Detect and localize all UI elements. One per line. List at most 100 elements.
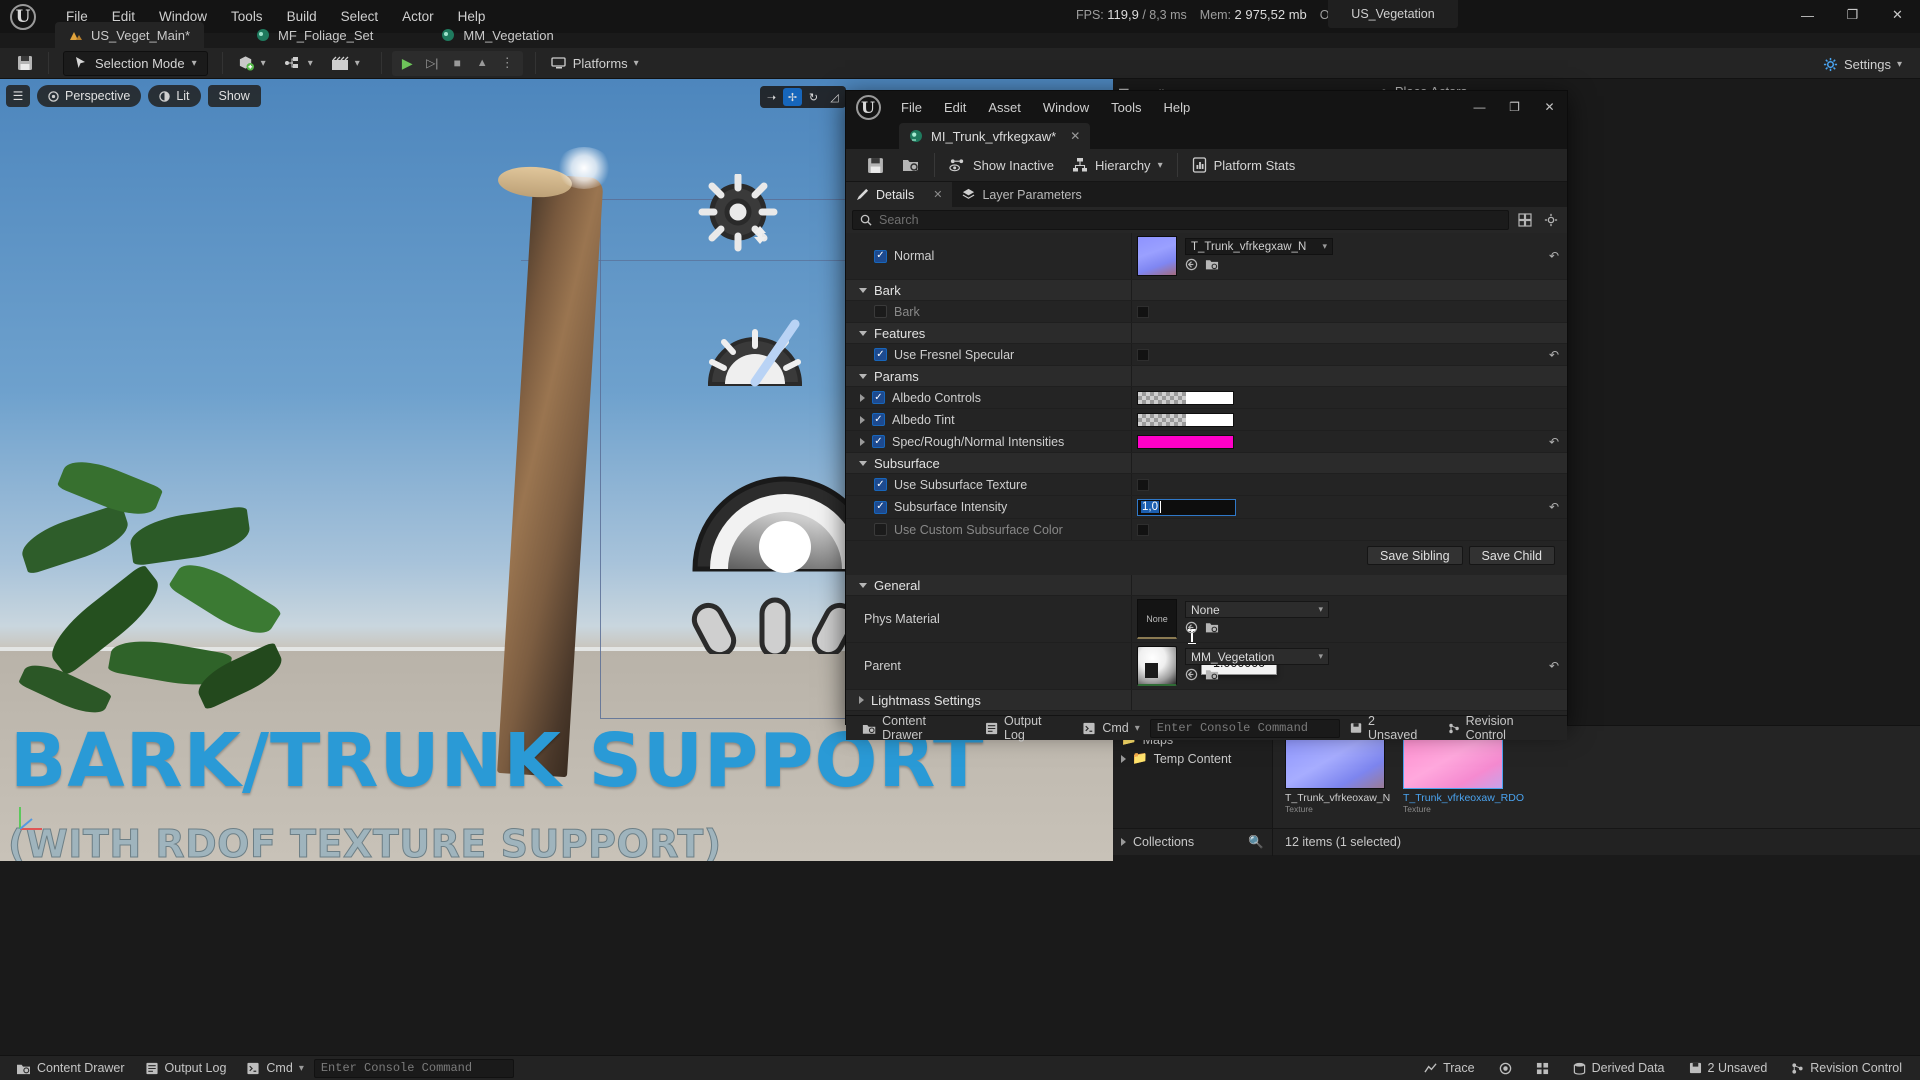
unsaved-button[interactable]: 2 Unsaved	[1679, 1058, 1778, 1079]
chevron-down-icon[interactable]	[859, 582, 867, 588]
chevron-down-icon[interactable]: ▾	[1322, 241, 1327, 252]
asset-tab-bar[interactable]: US_Veget_Main* MF_Foliage_Set MM_Vegetat…	[0, 22, 1920, 48]
cmd-button[interactable]: Cmd ▾	[236, 1058, 313, 1079]
tab-layer-parameters[interactable]: Layer Parameters	[952, 182, 1091, 207]
material-instance-editor-window[interactable]: U File Edit Asset Window Tools Help — ❐ …	[845, 90, 1568, 742]
chevron-right-icon[interactable]	[859, 696, 864, 704]
asset-picker-normal[interactable]: T_Trunk_vfrkegxaw_N ▾	[1185, 238, 1333, 255]
tab-us-veget-main[interactable]: US_Veget_Main*	[55, 22, 205, 48]
mi-menu-window[interactable]: Window	[1032, 95, 1100, 120]
tab-mf-foliage-set[interactable]: MF_Foliage_Set	[242, 22, 387, 48]
more-icon-button[interactable]	[1526, 1058, 1559, 1079]
chevron-down-icon[interactable]: ▾	[634, 58, 639, 69]
mi-close-button[interactable]: ✕	[1532, 91, 1567, 123]
chevron-down-icon[interactable]	[859, 460, 867, 466]
main-toolbar[interactable]: Selection Mode ▾ ▾ ▾ ▾ ▶ ▷| ■ ▲ ⋮ Platfo…	[0, 48, 1920, 79]
collections-button[interactable]: Collections 🔍	[1113, 828, 1273, 856]
viewport-menu-icon[interactable]: ☰	[6, 85, 30, 107]
chevron-right-icon[interactable]	[860, 393, 865, 402]
chevron-down-icon[interactable]: ▾	[261, 58, 266, 69]
viewport-viewmode-dropdown[interactable]: Lit	[148, 85, 201, 107]
chevron-down-icon[interactable]: ▾	[1135, 723, 1140, 734]
category-row-general[interactable]: General	[846, 575, 1567, 596]
mi-unsaved-button[interactable]: 2 Unsaved	[1340, 714, 1434, 742]
asset-thumbnail-normal-map[interactable]	[1285, 734, 1385, 789]
mi-cmd-button[interactable]: Cmd ▾	[1072, 718, 1149, 739]
save-sibling-button[interactable]: Save Sibling	[1367, 546, 1463, 565]
mi-save-button[interactable]	[858, 152, 893, 179]
cinematics-button[interactable]: ▾	[322, 51, 369, 76]
viewport-toolbar-left[interactable]: ☰ Perspective Lit Show	[6, 85, 261, 107]
viewport-perspective-dropdown[interactable]: Perspective	[37, 85, 142, 107]
chevron-down-icon[interactable]: ▾	[1318, 604, 1323, 615]
reset-to-default-icon[interactable]: ↶	[1549, 500, 1559, 514]
color-swatch-spec-rough-normal[interactable]	[1137, 434, 1234, 449]
blueprints-button[interactable]: ▾	[275, 51, 322, 76]
skip-button[interactable]: ▷|	[420, 52, 445, 75]
mi-window-controls[interactable]: — ❐ ✕	[1462, 91, 1567, 123]
category-row-subsurface[interactable]: Subsurface	[846, 453, 1567, 474]
save-buttons-row[interactable]: Save Sibling Save Child	[846, 541, 1567, 571]
mi-menu-help[interactable]: Help	[1152, 95, 1201, 120]
bool-value-checkbox[interactable]	[1137, 348, 1149, 361]
chevron-down-icon[interactable]: ▾	[299, 1063, 304, 1074]
param-checkbox-subsurface-intensity[interactable]: ✓	[874, 500, 887, 514]
tab-mm-vegetation[interactable]: MM_Vegetation	[427, 22, 567, 48]
reset-to-default-icon[interactable]: ↶	[1549, 348, 1559, 362]
asset-thumbnail-rdo-map[interactable]	[1403, 734, 1503, 789]
param-row-parent[interactable]: Parent MM_Vegetation ▾ ↶	[846, 643, 1567, 690]
record-button[interactable]	[1489, 1058, 1522, 1079]
scale-tool-icon[interactable]: ◿	[825, 88, 844, 106]
phys-material-thumbnail[interactable]: None	[1137, 599, 1177, 639]
mi-menu-file[interactable]: File	[890, 95, 933, 120]
settings-gear-icon[interactable]	[1541, 210, 1561, 230]
trace-button[interactable]: Trace	[1414, 1058, 1485, 1079]
move-tool-icon[interactable]: ✢	[783, 88, 802, 106]
play-more-button[interactable]: ⋮	[495, 52, 520, 75]
viewport-show-dropdown[interactable]: Show	[207, 85, 261, 107]
reset-to-default-icon[interactable]: ↶	[1549, 435, 1559, 449]
phys-material-dropdown[interactable]: None ▾	[1185, 601, 1329, 618]
save-child-button[interactable]: Save Child	[1468, 546, 1555, 565]
param-row-normal[interactable]: ✓ Normal T_Trunk_vfrkegxaw_N ▾ ↶	[846, 233, 1567, 280]
play-controls[interactable]: ▶ ▷| ■ ▲ ⋮	[391, 50, 523, 76]
derived-data-button[interactable]: Derived Data	[1563, 1058, 1675, 1079]
category-row-params[interactable]: Params	[846, 366, 1567, 387]
chevron-down-icon[interactable]: ▾	[308, 58, 313, 69]
details-search-row[interactable]: Search	[846, 207, 1567, 233]
category-row-bark[interactable]: Bark	[846, 280, 1567, 301]
search-input[interactable]: Search	[852, 210, 1509, 230]
select-tool-icon[interactable]: ➝	[762, 88, 781, 106]
param-checkbox-normal[interactable]: ✓	[874, 249, 887, 263]
bool-value-checkbox[interactable]	[1137, 478, 1149, 491]
mi-minimize-button[interactable]: —	[1462, 91, 1497, 123]
mi-tab-close-icon[interactable]: ✕	[1070, 129, 1080, 143]
mi-console-command-input[interactable]: Enter Console Command	[1149, 718, 1340, 738]
subsurface-intensity-input[interactable]: 1,0	[1137, 498, 1236, 516]
param-row-use-fresnel-specular[interactable]: ✓ Use Fresnel Specular ↶	[846, 344, 1567, 366]
chevron-right-icon[interactable]	[860, 437, 865, 446]
texture-thumbnail-normal[interactable]	[1137, 236, 1177, 276]
mi-maximize-button[interactable]: ❐	[1497, 91, 1532, 123]
search-icon[interactable]: 🔍	[1248, 835, 1264, 850]
mi-status-bar[interactable]: Content Drawer Output Log Cmd ▾ Enter Co…	[846, 714, 1567, 742]
mi-tab-material-instance[interactable]: MI_Trunk_vfrkegxaw* ✕	[899, 123, 1091, 149]
chevron-down-icon[interactable]: ▾	[1897, 59, 1902, 70]
mi-menu-asset[interactable]: Asset	[977, 95, 1032, 120]
output-log-button[interactable]: Output Log	[135, 1058, 237, 1079]
mi-menu-tools[interactable]: Tools	[1100, 95, 1152, 120]
chevron-down-icon[interactable]	[859, 287, 867, 293]
details-panel-body[interactable]: ✓ Normal T_Trunk_vfrkegxaw_N ▾ ↶ Bark Ba…	[846, 233, 1567, 715]
category-row-lightmass-settings[interactable]: Lightmass Settings	[846, 690, 1567, 711]
color-swatch-albedo-controls[interactable]	[1137, 390, 1234, 405]
mi-output-log-button[interactable]: Output Log	[975, 714, 1073, 742]
parent-material-thumbnail[interactable]	[1137, 646, 1177, 686]
eject-button[interactable]: ▲	[470, 52, 495, 75]
use-selected-asset-icon[interactable]	[1185, 621, 1198, 637]
content-drawer-button[interactable]: Content Drawer	[6, 1058, 135, 1079]
mi-menu-edit[interactable]: Edit	[933, 95, 977, 120]
chevron-right-icon[interactable]	[1121, 754, 1126, 763]
chevron-down-icon[interactable]: ▾	[1158, 160, 1163, 171]
param-row-spec-rough-normal-intensities[interactable]: ✓ Spec/Rough/Normal Intensities ↶	[846, 431, 1567, 453]
param-row-use-subsurface-texture[interactable]: ✓ Use Subsurface Texture	[846, 474, 1567, 496]
